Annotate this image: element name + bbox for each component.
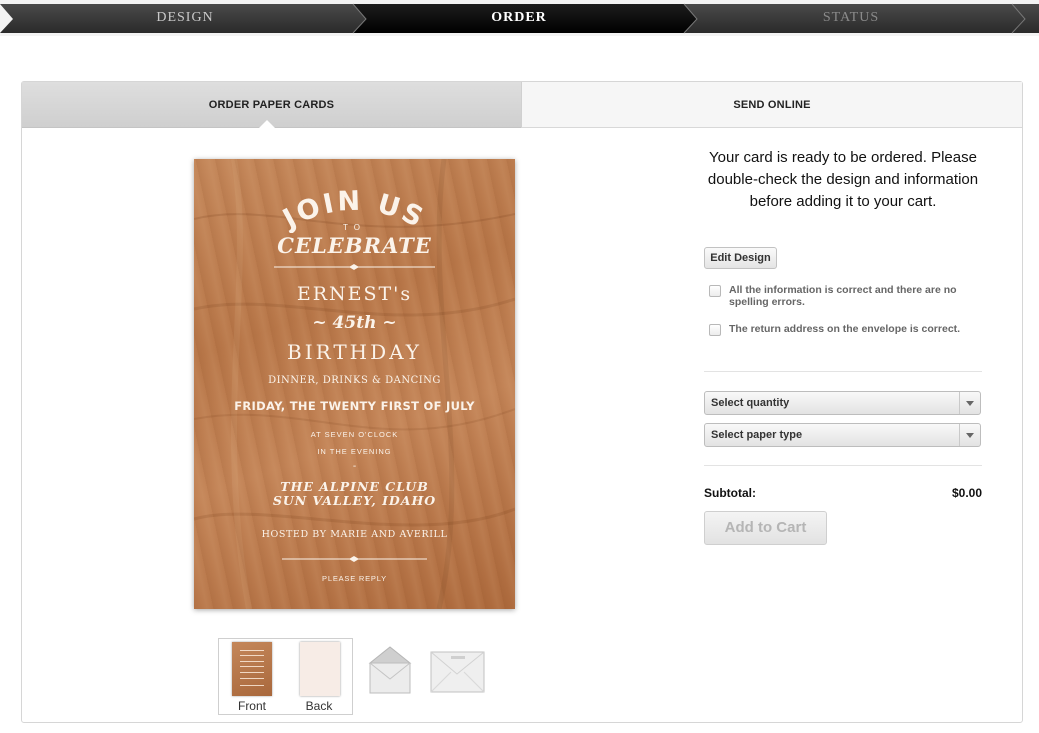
step-status[interactable]: STATUS xyxy=(726,10,976,26)
order-steps-bar: DESIGN ORDER STATUS xyxy=(0,0,1039,36)
step-order[interactable]: ORDER xyxy=(394,10,644,26)
quantity-select-value: Select quantity xyxy=(711,397,790,409)
card-preview: JOIN US TO CELEBRATE ERNEST's ~ 45th ~ B… xyxy=(194,159,515,609)
quantity-select[interactable]: Select quantity xyxy=(704,391,981,415)
thumbnail-back-label[interactable]: Back xyxy=(289,699,349,713)
chevron-down-icon[interactable] xyxy=(959,392,980,414)
active-tab-pointer xyxy=(258,120,276,129)
card-age: ~ 45th ~ xyxy=(312,313,397,333)
check-address-correct-checkbox[interactable] xyxy=(709,324,721,336)
card-to: TO xyxy=(343,223,366,232)
check-info-correct-checkbox[interactable] xyxy=(709,285,721,297)
card-venue-line1: THE ALPINE CLUB xyxy=(280,479,429,494)
card-venue-line2: SUN VALLEY, IDAHO xyxy=(272,493,437,508)
card-date: FRIDAY, THE TWENTY FIRST OF JULY xyxy=(234,399,475,413)
card-side-selector: Front Back xyxy=(218,638,353,715)
check-address-correct-label[interactable]: The return address on the envelope is co… xyxy=(729,323,969,335)
chevron-down-icon[interactable] xyxy=(959,424,980,446)
check-info-correct-row: All the information is correct and there… xyxy=(709,284,981,314)
card-divider-top xyxy=(274,264,435,270)
thumbnail-front-label[interactable]: Front xyxy=(222,699,282,713)
card-divider-bottom xyxy=(282,556,427,562)
card-honoree-name: ERNEST's xyxy=(296,283,413,305)
step-design[interactable]: DESIGN xyxy=(60,10,310,26)
order-tabs: ORDER PAPER CARDS SEND ONLINE xyxy=(22,82,1022,129)
card-celebrate: CELEBRATE xyxy=(277,233,432,258)
envelope-open-icon[interactable] xyxy=(368,643,412,695)
divider xyxy=(704,465,982,466)
add-to-cart-button[interactable]: Add to Cart xyxy=(704,511,827,545)
subtotal-label: Subtotal: xyxy=(704,486,756,500)
divider xyxy=(704,371,982,372)
card-birthday: BIRTHDAY xyxy=(287,340,422,364)
tab-send-online[interactable]: SEND ONLINE xyxy=(521,82,1022,128)
check-address-correct-row: The return address on the envelope is co… xyxy=(709,323,981,353)
card-time-line1: AT SEVEN O'CLOCK xyxy=(310,430,399,439)
card-time-line2: IN THE EVENING xyxy=(317,447,392,456)
card-please-reply: PLEASE REPLY xyxy=(322,574,387,583)
edit-design-button[interactable]: Edit Design xyxy=(704,247,777,269)
paper-type-select[interactable]: Select paper type xyxy=(704,423,981,447)
card-host: HOSTED BY MARIE AND AVERILL xyxy=(261,529,448,540)
thumbnail-front[interactable] xyxy=(232,642,272,696)
envelope-closed-icon[interactable] xyxy=(429,650,487,696)
subtotal-value: $0.00 xyxy=(951,486,982,500)
card-dash: - xyxy=(352,461,357,472)
card-dinner-line: DINNER, DRINKS & DANCING xyxy=(268,375,441,386)
thumbnail-back[interactable] xyxy=(300,642,340,696)
ready-message: Your card is ready to be ordered. Please… xyxy=(707,149,979,210)
check-info-correct-label[interactable]: All the information is correct and there… xyxy=(729,284,969,308)
paper-type-select-value: Select paper type xyxy=(711,429,803,441)
